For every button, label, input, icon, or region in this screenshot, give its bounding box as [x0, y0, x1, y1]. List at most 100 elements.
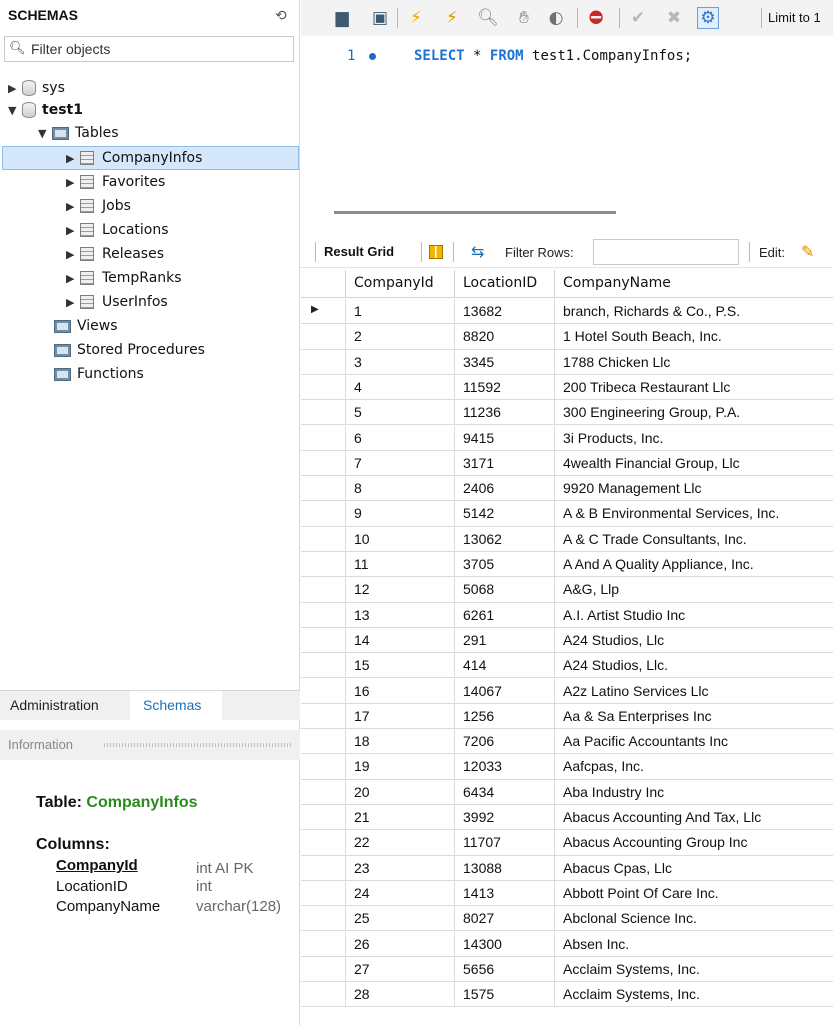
table-row[interactable]: 22 11707 Abacus Accounting Group Inc	[301, 830, 833, 856]
cell-companyid[interactable]: 16	[346, 678, 455, 704]
execute-statement-icon[interactable]: ⚡	[441, 7, 463, 29]
tree-table-favorites[interactable]: ▶ Favorites	[66, 170, 165, 194]
cell-companyid[interactable]: 13	[346, 602, 455, 628]
cell-locationid[interactable]: 14300	[455, 931, 555, 957]
execute-lightning-icon[interactable]: ⚡	[405, 7, 427, 29]
row-selector[interactable]	[301, 956, 346, 982]
cell-companyname[interactable]: branch, Richards & Co., P.S.	[555, 299, 833, 324]
schema-test1[interactable]: ▼ test1	[8, 98, 83, 122]
tree-table-userinfos[interactable]: ▶ UserInfos	[66, 290, 168, 314]
editor-horizontal-scrollbar[interactable]	[334, 211, 616, 214]
table-row[interactable]: 14 291 A24 Studios, Llc	[301, 627, 833, 654]
cell-locationid[interactable]: 3992	[455, 805, 555, 830]
table-row[interactable]: 10 13062 A & C Trade Consultants, Inc.	[301, 526, 833, 552]
row-selector[interactable]	[301, 982, 346, 1008]
cell-companyname[interactable]: Absen Inc.	[555, 932, 833, 957]
cell-companyid[interactable]: 24	[346, 880, 455, 906]
cell-locationid[interactable]: 3705	[455, 552, 555, 577]
table-row[interactable]: 27 5656 Acclaim Systems, Inc.	[301, 956, 833, 983]
table-row[interactable]: 25 8027 Abclonal Science Inc.	[301, 906, 833, 932]
commit-icon[interactable]: ✔︎	[627, 7, 649, 29]
cell-companyid[interactable]: 2	[346, 324, 455, 350]
table-row[interactable]: 12 5068 A&G, Llp	[301, 577, 833, 603]
cell-companyid[interactable]: 1	[346, 299, 455, 324]
tree-table-jobs[interactable]: ▶ Jobs	[66, 194, 131, 218]
collapse-arrow-icon[interactable]: ▼	[8, 104, 22, 117]
cell-companyname[interactable]: Abbott Point Of Care Inc.	[555, 881, 833, 906]
cell-locationid[interactable]: 1575	[455, 982, 555, 1008]
row-selector[interactable]	[301, 779, 346, 805]
cell-companyname[interactable]: A.I. Artist Studio Inc	[555, 603, 833, 628]
cell-companyid[interactable]: 26	[346, 931, 455, 957]
table-row[interactable]: 9 5142 A & B Environmental Services, Inc.	[301, 501, 833, 527]
tree-table-tempranks[interactable]: ▶ TempRanks	[66, 266, 182, 290]
cell-companyid[interactable]: 21	[346, 805, 455, 830]
cell-locationid[interactable]: 3345	[455, 349, 555, 375]
column-header-locationid[interactable]: LocationID	[455, 270, 555, 298]
cell-companyid[interactable]: 28	[346, 982, 455, 1008]
collapse-arrow-icon[interactable]: ▼	[38, 127, 52, 140]
rollback-icon[interactable]: ✖︎	[663, 7, 685, 29]
splitter-grip[interactable]	[104, 743, 292, 747]
expand-arrow-icon[interactable]: ▶	[66, 200, 80, 213]
cell-companyname[interactable]: 4wealth Financial Group, Llc	[555, 451, 833, 476]
limit-rows-select[interactable]: Limit to 1	[768, 10, 821, 25]
stop-hand-icon[interactable]: ✋︎	[513, 7, 535, 29]
row-selector[interactable]	[301, 349, 346, 375]
cell-companyname[interactable]: 9920 Management Llc	[555, 476, 833, 501]
cell-locationid[interactable]: 414	[455, 653, 555, 679]
cell-companyname[interactable]: Aa Pacific Accountants Inc	[555, 729, 833, 754]
table-row[interactable]: 13 6261 A.I. Artist Studio Inc	[301, 602, 833, 628]
row-selector[interactable]	[301, 653, 346, 679]
edit-pencil-icon[interactable]: ✎	[801, 242, 823, 262]
filter-objects-input[interactable]	[31, 39, 289, 59]
table-row[interactable]: 26 14300 Absen Inc.	[301, 931, 833, 957]
row-selector[interactable]	[301, 450, 346, 476]
cell-companyid[interactable]: 20	[346, 779, 455, 805]
error-stop-icon[interactable]: ⛔︎	[585, 7, 607, 29]
result-grid-tab[interactable]: Result Grid	[324, 244, 394, 259]
cell-companyname[interactable]: A & C Trade Consultants, Inc.	[555, 527, 833, 552]
cell-locationid[interactable]: 12033	[455, 754, 555, 780]
cell-companyid[interactable]: 17	[346, 703, 455, 729]
row-selector[interactable]	[301, 602, 346, 628]
cell-locationid[interactable]: 8820	[455, 324, 555, 350]
row-selector[interactable]	[301, 552, 346, 577]
cell-companyid[interactable]: 27	[346, 956, 455, 982]
cell-companyid[interactable]: 6	[346, 425, 455, 451]
row-selector[interactable]	[301, 805, 346, 830]
cell-companyid[interactable]: 10	[346, 526, 455, 552]
table-row[interactable]: 11 3705 A And A Quality Appliance, Inc.	[301, 552, 833, 578]
cell-locationid[interactable]: 8027	[455, 906, 555, 932]
cell-locationid[interactable]: 5068	[455, 577, 555, 603]
cell-companyname[interactable]: Acclaim Systems, Inc.	[555, 957, 833, 982]
cell-locationid[interactable]: 9415	[455, 425, 555, 451]
row-selector[interactable]	[301, 729, 346, 755]
tree-functions-folder[interactable]: Functions	[54, 362, 144, 386]
table-row[interactable]: 20 6434 Aba Industry Inc	[301, 779, 833, 805]
expand-arrow-icon[interactable]: ▶	[66, 152, 80, 165]
cell-companyid[interactable]: 22	[346, 830, 455, 856]
expand-arrow-icon[interactable]: ▶	[66, 176, 80, 189]
table-row[interactable]: 24 1413 Abbott Point Of Care Inc.	[301, 880, 833, 907]
row-selector[interactable]	[301, 425, 346, 451]
row-selector[interactable]	[301, 830, 346, 856]
cell-companyname[interactable]: 200 Tribeca Restaurant Llc	[555, 375, 833, 400]
open-folder-icon[interactable]: ▆	[331, 7, 353, 29]
row-selector[interactable]	[301, 374, 346, 400]
cell-companyname[interactable]: A&G, Llp	[555, 577, 833, 602]
filter-rows-input[interactable]	[593, 239, 739, 265]
sql-statement[interactable]: SELECT * FROM test1.CompanyInfos;	[414, 48, 692, 64]
filter-objects-box[interactable]: 🔍︎	[4, 36, 294, 62]
cell-companyname[interactable]: Abacus Accounting Group Inc	[555, 830, 833, 855]
cell-companyid[interactable]: 18	[346, 729, 455, 755]
cell-companyid[interactable]: 12	[346, 577, 455, 603]
expand-arrow-icon[interactable]: ▶	[66, 272, 80, 285]
cell-companyname[interactable]: Aa & Sa Enterprises Inc	[555, 704, 833, 729]
table-row[interactable]: 2 8820 1 Hotel South Beach, Inc.	[301, 324, 833, 350]
schema-sys[interactable]: ▶ sys	[8, 76, 65, 100]
row-selector[interactable]	[301, 906, 346, 932]
row-selector[interactable]	[301, 400, 346, 426]
cell-companyname[interactable]: Aba Industry Inc	[555, 780, 833, 805]
cell-locationid[interactable]: 7206	[455, 729, 555, 755]
